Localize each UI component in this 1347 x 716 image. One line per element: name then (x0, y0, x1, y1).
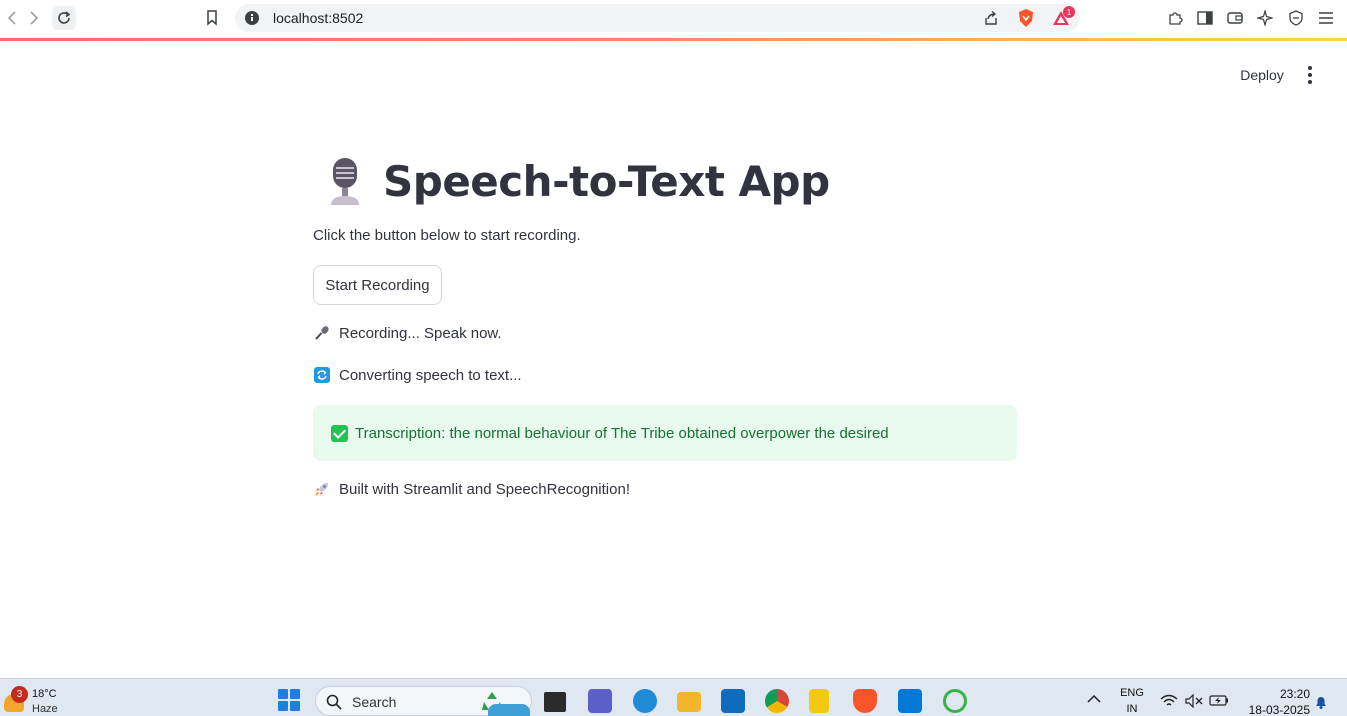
check-mark-button-icon (331, 424, 348, 442)
rewards-badge: 1 (1063, 6, 1075, 18)
forward-button[interactable] (22, 6, 46, 30)
recording-status-text: Recording... Speak now. (339, 324, 502, 342)
dot-icon (1308, 80, 1312, 84)
leo-ai-button[interactable] (1255, 8, 1275, 28)
start-recording-button[interactable]: Start Recording (313, 265, 442, 305)
sidebar-icon (1197, 11, 1213, 25)
site-info-icon[interactable] (245, 11, 259, 25)
clock-date[interactable]: 18-03-2025 (1243, 703, 1310, 716)
title-row: Speech-to-Text App (313, 150, 1017, 212)
speaker-muted-icon[interactable] (1185, 694, 1203, 708)
language-line1[interactable]: ENG (1116, 687, 1148, 699)
deploy-button[interactable]: Deploy (1232, 62, 1292, 88)
bookmark-button[interactable] (200, 6, 224, 30)
teams-icon[interactable] (588, 689, 612, 713)
weather-widget[interactable]: 3 18°C Haze (0, 683, 90, 715)
address-bar[interactable]: localhost:8502 1 (235, 4, 1080, 32)
bookmark-icon (207, 10, 217, 26)
search-icon (326, 694, 342, 710)
brave-icon[interactable] (853, 689, 877, 713)
back-button[interactable] (0, 6, 24, 30)
loading-bar (0, 38, 1347, 41)
arrows-counterclockwise-icon (313, 366, 331, 384)
sidebar-button[interactable] (1195, 8, 1215, 28)
chrome-icon[interactable] (765, 689, 789, 713)
chevron-left-icon (7, 11, 16, 25)
hamburger-menu-icon (1319, 12, 1333, 24)
windows-start-icon[interactable] (278, 689, 300, 711)
transcription-alert: Transcription: the normal behaviour of T… (313, 405, 1017, 461)
page-title: Speech-to-Text App (383, 156, 830, 206)
reload-button[interactable] (52, 6, 76, 30)
wifi-icon[interactable] (1160, 694, 1178, 708)
extensions-button[interactable] (1165, 8, 1185, 28)
wallet-button[interactable] (1225, 8, 1245, 28)
loader-app-icon[interactable] (943, 689, 967, 713)
chevron-right-icon (30, 11, 39, 25)
rocket-icon (313, 480, 331, 498)
power-bi-icon[interactable] (809, 689, 829, 713)
main-menu-button[interactable] (1300, 63, 1320, 87)
weather-temperature: 18°C (32, 688, 57, 700)
main-content: Speech-to-Text App (313, 150, 1017, 212)
dot-icon (1308, 66, 1312, 70)
recording-status: Recording... Speak now. (313, 324, 502, 342)
converting-status-text: Converting speech to text... (339, 366, 522, 384)
taskbar-search[interactable]: Search (315, 686, 532, 716)
vscode-icon[interactable] (898, 689, 922, 713)
shield-icon (1289, 10, 1303, 26)
clock-time[interactable]: 23:20 (1270, 687, 1310, 701)
puzzle-icon (1169, 12, 1183, 25)
url-text: localhost:8502 (273, 10, 364, 26)
task-view-icon[interactable] (544, 692, 566, 712)
vpn-button[interactable] (1286, 8, 1306, 28)
battery-icon[interactable] (1209, 693, 1229, 707)
edge-icon[interactable] (633, 689, 657, 713)
footer-text: Built with Streamlit and SpeechRecogniti… (339, 480, 630, 498)
search-highlight-icon (488, 704, 530, 716)
menu-button[interactable] (1316, 8, 1336, 28)
wallet-icon (1227, 12, 1243, 24)
language-line2[interactable]: IN (1116, 703, 1148, 715)
studio-microphone-icon (325, 156, 365, 206)
file-explorer-icon[interactable] (677, 692, 701, 712)
sparkle-icon (1257, 10, 1273, 26)
chevron-up-icon[interactable] (1087, 694, 1101, 704)
reload-icon (58, 11, 71, 24)
browser-toolbar: localhost:8502 1 (0, 0, 1347, 38)
notification-bell-icon[interactable] (1313, 694, 1329, 710)
dot-icon (1308, 73, 1312, 77)
instruction-text: Click the button below to start recordin… (313, 227, 581, 244)
weather-description: Haze (32, 703, 58, 715)
brave-shield-icon[interactable] (1017, 8, 1035, 28)
footer-note: Built with Streamlit and SpeechRecogniti… (313, 480, 630, 498)
search-placeholder: Search (352, 694, 397, 710)
share-icon[interactable] (983, 10, 999, 26)
microphone-icon (313, 324, 331, 342)
outlook-icon[interactable] (721, 689, 745, 713)
transcription-text: Transcription: the normal behaviour of T… (355, 424, 889, 442)
converting-status: Converting speech to text... (313, 366, 522, 384)
weather-badge: 3 (11, 686, 28, 703)
